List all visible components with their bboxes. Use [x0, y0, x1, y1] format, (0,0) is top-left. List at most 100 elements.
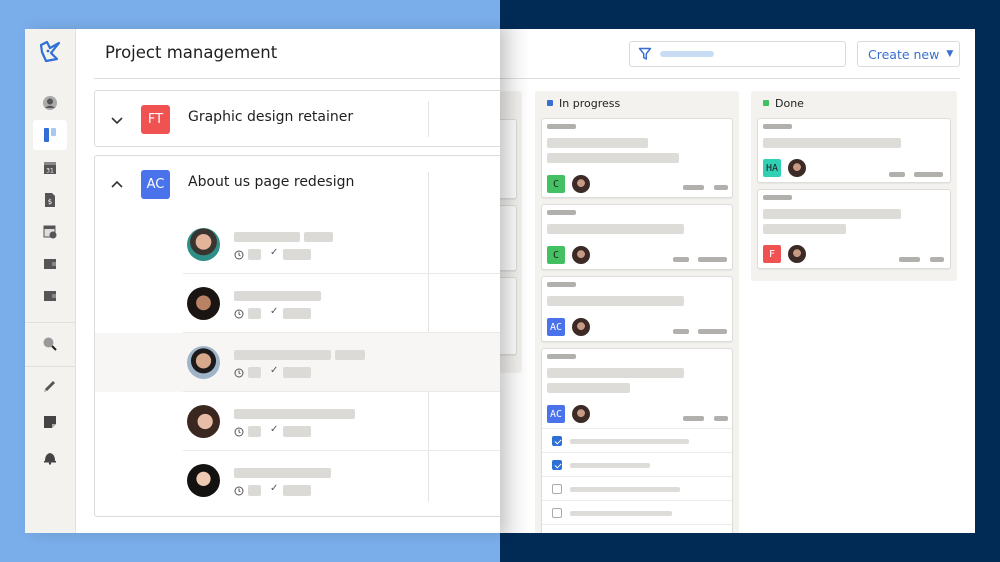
project-row[interactable]: FT Graphic design retainer	[94, 90, 500, 147]
card-title-line	[547, 153, 679, 163]
project-header[interactable]: FT Graphic design retainer	[95, 91, 500, 148]
checkbox-checked[interactable]	[552, 460, 562, 470]
member-role	[304, 232, 333, 242]
member-row[interactable]: ✓	[95, 392, 500, 451]
check-icon: ✓	[270, 306, 279, 317]
bell-icon	[44, 453, 56, 465]
board-card[interactable]: C	[541, 118, 733, 198]
card-meta	[683, 416, 704, 421]
card-title-line	[547, 383, 630, 393]
board-card[interactable]: HA	[757, 118, 951, 183]
avatar-woman-glasses	[187, 464, 220, 497]
checkbox-unchecked[interactable]	[552, 508, 562, 518]
sidebar-item-timesheet[interactable]	[33, 217, 67, 247]
sidebar-item-profile[interactable]	[33, 88, 67, 118]
hours-value	[248, 308, 261, 319]
column-header: Done	[751, 91, 957, 115]
checkbox-unchecked[interactable]	[552, 484, 562, 494]
status-dot-icon	[763, 100, 769, 106]
sidebar-item-notifications[interactable]	[33, 442, 67, 472]
card-project-badge: AC	[547, 405, 565, 423]
member-name	[234, 232, 300, 242]
create-new-button[interactable]: Create new ▼	[857, 41, 960, 67]
board-card[interactable]: C	[541, 204, 733, 270]
checklist-item[interactable]	[542, 452, 732, 476]
assignee-avatar	[572, 175, 590, 193]
sidebar-item-wallet-2[interactable]	[33, 281, 67, 311]
card-project-badge: C	[547, 175, 565, 193]
card-label	[547, 354, 576, 359]
board-icon	[44, 128, 56, 142]
member-row[interactable]: ✓	[95, 333, 500, 392]
sidebar-item-tasks[interactable]	[33, 371, 67, 401]
invoice-icon: $	[45, 193, 55, 207]
sidebar-item-projects[interactable]	[33, 120, 67, 150]
app-logo-icon[interactable]	[37, 39, 63, 65]
tasks-value	[283, 485, 311, 496]
card-meta	[899, 257, 920, 262]
sidebar-separator	[25, 322, 76, 323]
card-meta	[673, 329, 689, 334]
clock-icon	[234, 309, 244, 319]
chevron-down-icon[interactable]	[109, 112, 125, 128]
chevron-up-icon[interactable]	[109, 177, 125, 193]
column-header: In progress	[535, 91, 739, 115]
card-label	[763, 124, 792, 129]
caret-down-icon: ▼	[946, 49, 954, 59]
board-card[interactable]	[500, 205, 517, 271]
board-card[interactable]: F	[757, 189, 951, 269]
card-meta	[914, 172, 943, 177]
member-row[interactable]: ✓	[95, 451, 500, 510]
project-header[interactable]: AC About us page redesign	[95, 156, 500, 213]
card-meta	[714, 185, 728, 190]
card-title-line	[547, 368, 684, 378]
project-row[interactable]: AC About us page redesign ✓ ✓ ✓ ✓ ✓	[94, 155, 500, 517]
hours-value	[248, 426, 261, 437]
checklist-item[interactable]	[542, 428, 732, 452]
clock-icon	[234, 250, 244, 260]
board-card[interactable]: AC	[541, 348, 733, 533]
sidebar-item-calendar[interactable]: 31	[33, 153, 67, 183]
check-icon: ✓	[270, 483, 279, 494]
search-icon	[43, 337, 57, 351]
checklist-item[interactable]	[542, 500, 732, 524]
filter-placeholder	[660, 51, 714, 57]
card-title-line	[763, 209, 901, 219]
card-project-badge: C	[547, 246, 565, 264]
calendar-icon: 31	[44, 162, 56, 175]
board-column-partial	[500, 91, 522, 373]
member-role	[335, 350, 365, 360]
board-card[interactable]	[500, 119, 517, 199]
create-new-label: Create new	[868, 46, 940, 62]
board-card[interactable]	[500, 277, 517, 355]
sidebar-item-wallet[interactable]	[33, 249, 67, 279]
board-card[interactable]: AC	[541, 276, 733, 342]
checklist-item[interactable]	[542, 524, 732, 533]
member-row[interactable]: ✓	[95, 274, 500, 333]
sidebar-item-search[interactable]	[33, 329, 67, 359]
member-row[interactable]: ✓	[95, 215, 500, 274]
card-title-line	[763, 224, 846, 234]
title-divider	[94, 78, 500, 79]
filter-input[interactable]	[629, 41, 846, 67]
card-project-badge: F	[763, 245, 781, 263]
assignee-avatar	[788, 245, 806, 263]
checkbox-checked[interactable]	[552, 436, 562, 446]
sidebar-item-notes[interactable]	[33, 407, 67, 437]
svg-text:31: 31	[46, 168, 54, 175]
checklist-text	[570, 511, 672, 516]
sidebar-item-invoices[interactable]: $	[33, 185, 67, 215]
card-title-line	[547, 224, 684, 234]
hours-value	[248, 249, 261, 260]
checklist-item[interactable]	[542, 476, 732, 500]
avatar-man	[187, 346, 220, 379]
card-meta	[683, 185, 704, 190]
column-title: In progress	[559, 96, 621, 110]
card-title-line	[547, 138, 648, 148]
card-meta	[714, 416, 728, 421]
filter-icon	[638, 47, 652, 60]
project-badge: AC	[141, 170, 170, 199]
checklist-text	[570, 463, 650, 468]
check-icon: ✓	[270, 365, 279, 376]
card-meta	[698, 257, 727, 262]
